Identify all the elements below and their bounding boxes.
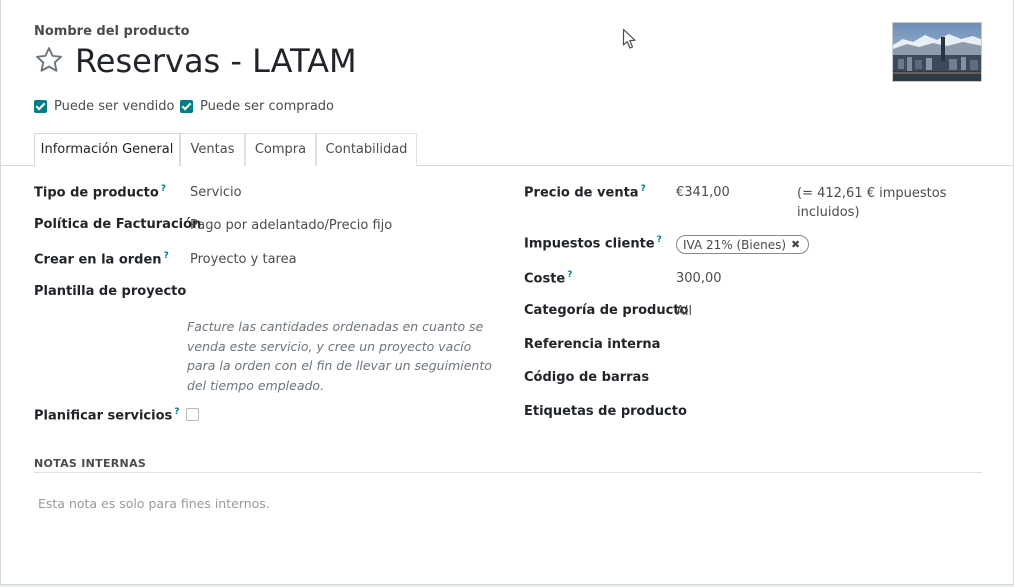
star-outline-icon[interactable] [34,45,64,75]
can-be-purchased-label[interactable]: Puede ser comprado [200,99,334,114]
can-be-sold-checkbox[interactable] [34,100,47,113]
customer-taxes-label: Impuestos cliente? [524,235,662,251]
plan-services-label: Planificar servicios? [34,407,179,423]
internal-reference-input[interactable] [676,338,966,356]
help-icon[interactable]: ? [641,184,646,194]
help-icon[interactable]: ? [657,235,662,245]
help-icon[interactable]: ? [567,270,572,280]
tax-tag[interactable]: IVA 21% (Bienes) ✖ [676,235,810,254]
tab-general-information[interactable]: Información General [34,133,180,167]
can-be-purchased-row[interactable]: Puede ser comprado [180,99,334,114]
close-icon[interactable]: ✖ [791,238,800,251]
cost-label: Coste? [524,270,572,286]
tax-included-text: (= 412,61 € impuestos incluidos) [797,186,947,220]
product-tags-label: Etiquetas de producto [524,404,687,419]
help-icon[interactable]: ? [161,184,166,194]
plan-services-label-text: Planificar servicios [34,408,173,424]
product-category-label: Categoría de producto [524,303,689,318]
product-title[interactable]: Reservas - LATAM [75,41,357,81]
invoicing-policy-label: Política de Facturación [34,217,202,232]
create-on-order-label-text: Crear en la orden [34,252,162,268]
city-skyline-image [893,23,981,81]
create-on-order-value[interactable]: Proyecto y tarea [190,252,297,267]
customer-taxes-label-text: Impuestos cliente [524,236,655,252]
can-be-sold-row[interactable]: Puede ser vendido [34,99,174,114]
tab-accounting[interactable]: Contabilidad [316,133,417,166]
help-icon[interactable]: ? [164,251,169,261]
sales-price-value[interactable]: €341,00 [676,185,730,200]
product-type-value[interactable]: Servicio [190,185,242,200]
can-be-purchased-checkbox[interactable] [180,100,193,113]
mouse-cursor-icon [622,28,636,49]
barcode-label: Código de barras [524,370,650,385]
help-icon[interactable]: ? [174,407,179,417]
sales-price-label-text: Precio de venta [524,185,639,201]
product-type-label-text: Tipo de producto [34,185,159,201]
internal-reference-label: Referencia interna [524,337,661,352]
service-help-text: Facture las cantidades ordenadas en cuan… [187,319,492,393]
plan-services-checkbox[interactable] [186,408,199,421]
internal-notes-title: NOTAS INTERNAS [34,457,147,470]
invoicing-policy-value[interactable]: Pago por adelantado/Precio fijo [190,218,392,233]
cost-value[interactable]: 300,00 [676,271,722,286]
notes-divider [34,472,982,473]
product-type-label: Tipo de producto? [34,184,166,200]
tab-sales[interactable]: Ventas [180,133,245,166]
project-template-label: Plantilla de proyecto [34,284,187,299]
create-on-order-label: Crear en la orden? [34,251,169,267]
can-be-sold-label[interactable]: Puede ser vendido [54,99,174,114]
barcode-input[interactable] [676,371,966,389]
sales-price-label: Precio de venta? [524,184,646,200]
internal-notes-editor[interactable]: Esta nota es solo para fines internos. [38,496,270,511]
product-tags-input[interactable] [676,405,966,423]
product-name-label: Nombre del producto [34,24,190,39]
cost-label-text: Coste [524,271,566,287]
project-template-input[interactable] [190,285,490,303]
product-form-sheet: Nombre del producto Reservas - LATAM Pue… [0,0,1014,585]
tab-purchase[interactable]: Compra [245,133,316,166]
product-category-value[interactable]: All [676,304,692,319]
form-tabs: Información General Ventas Compra Contab… [1,133,1014,167]
tax-tag-label: IVA 21% (Bienes) [683,237,787,252]
product-image[interactable] [892,22,982,82]
